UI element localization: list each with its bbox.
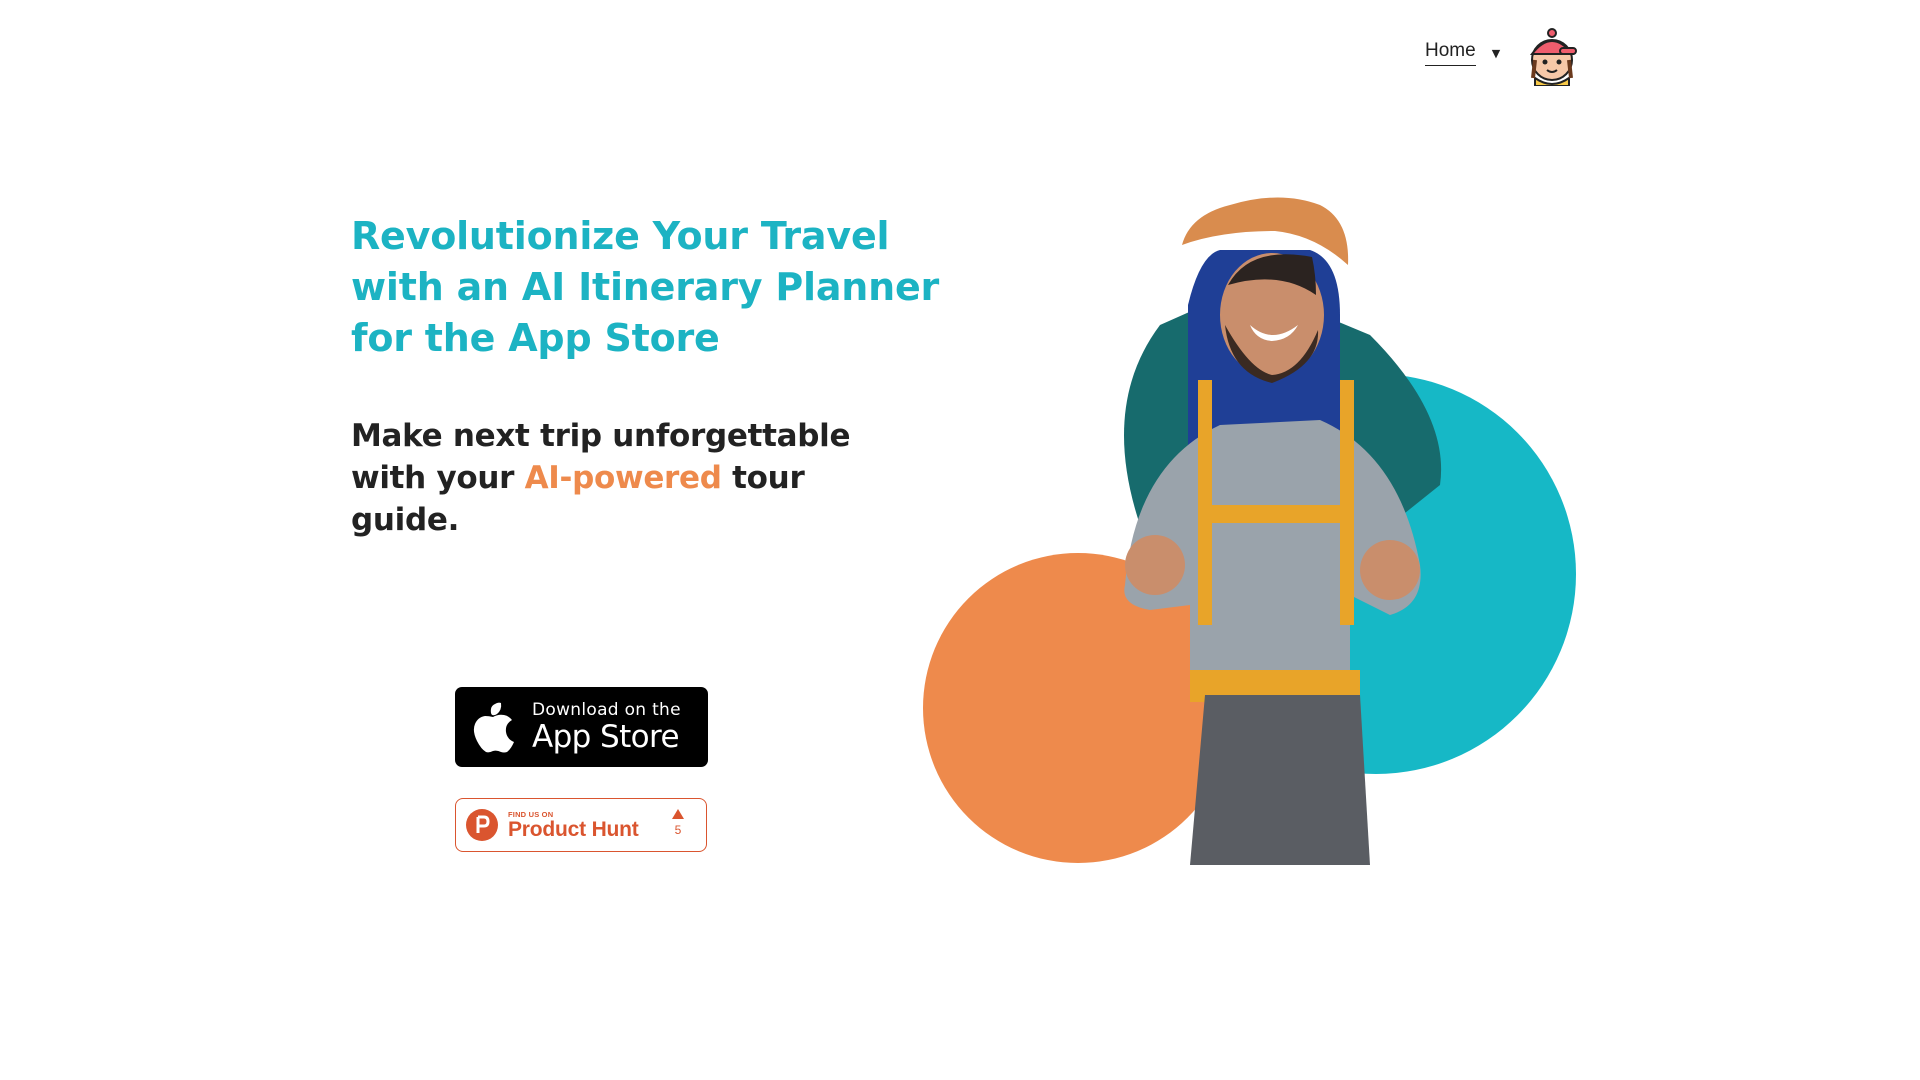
hero-illustration [923, 197, 1576, 865]
app-store-button[interactable]: Download on the App Store [455, 687, 708, 767]
app-store-label: Download on the App Store [532, 700, 681, 754]
product-hunt-icon [466, 809, 498, 841]
product-hunt-big-text: Product Hunt [508, 817, 639, 841]
hero-subheadline: Make next trip unforgettable with your A… [351, 415, 911, 541]
apple-icon [473, 702, 514, 753]
app-store-big-text: App Store [532, 719, 680, 755]
top-nav: Home ▼ [1425, 28, 1577, 86]
vote-count: 5 [674, 823, 682, 837]
subhead-accent: AI-powered [524, 460, 722, 496]
avatar-icon[interactable] [1525, 26, 1579, 86]
hero-headline: Revolutionize Your Travel with an AI Iti… [351, 214, 940, 360]
product-hunt-votes: 5 [672, 809, 684, 837]
product-hunt-label: FIND US ON Product Hunt [508, 810, 639, 841]
product-hunt-badge[interactable]: FIND US ON Product Hunt 5 [455, 798, 707, 852]
upvote-arrow-icon [672, 809, 684, 819]
chevron-down-icon[interactable]: ▼ [1492, 47, 1500, 60]
nav-home-link[interactable]: Home [1425, 40, 1476, 66]
app-store-small-text: Download on the [532, 700, 681, 720]
